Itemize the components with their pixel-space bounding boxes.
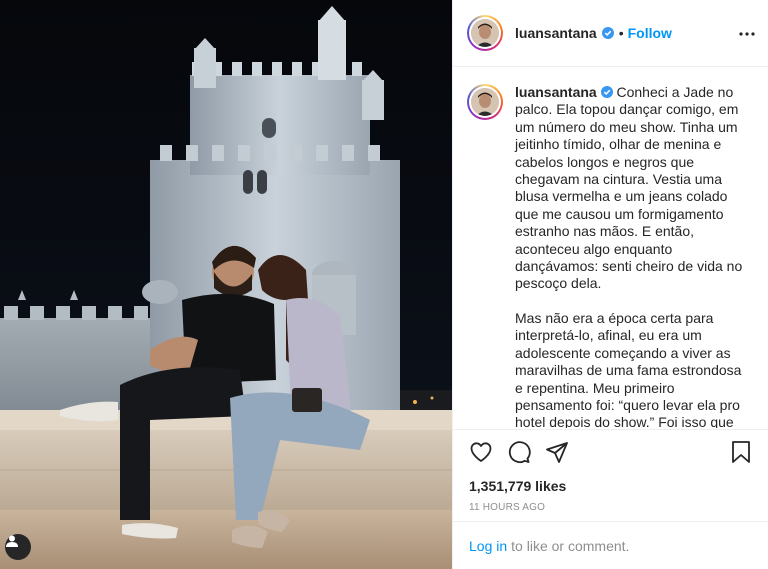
caption-text: luansantana Conheci a Jade no palco. Ela… bbox=[515, 84, 753, 428]
caption-username[interactable]: luansantana bbox=[515, 84, 597, 100]
heart-icon[interactable] bbox=[469, 440, 493, 464]
separator-dot: • bbox=[618, 25, 624, 41]
login-prompt: Log in to like or comment. bbox=[453, 521, 768, 569]
caption-paragraph-1: Conheci a Jade no palco. Ela topou dança… bbox=[515, 84, 743, 292]
bookmark-icon[interactable] bbox=[729, 440, 753, 464]
caption-area[interactable]: luansantana Conheci a Jade no palco. Ela… bbox=[453, 68, 768, 428]
post-actions: 1,351,779 likes 11 HOURS AGO bbox=[453, 429, 768, 521]
login-prompt-text: to like or comment. bbox=[511, 537, 630, 554]
follow-button[interactable]: Follow bbox=[628, 25, 672, 41]
share-icon[interactable] bbox=[545, 440, 569, 464]
user-tag-icon[interactable] bbox=[5, 534, 31, 560]
comment-icon[interactable] bbox=[507, 440, 531, 464]
post-timestamp[interactable]: 11 HOURS AGO bbox=[469, 502, 753, 513]
caption-paragraph-2: Mas não era a época certa para interpret… bbox=[515, 309, 742, 428]
photo-illustration bbox=[0, 0, 452, 569]
header-username[interactable]: luansantana bbox=[515, 25, 597, 41]
caption-avatar[interactable] bbox=[467, 84, 503, 120]
avatar[interactable] bbox=[467, 15, 503, 51]
verified-badge-icon bbox=[601, 27, 614, 39]
post-side-panel: luansantana • Follow luansantana Conheci… bbox=[452, 0, 768, 569]
login-link[interactable]: Log in bbox=[469, 538, 507, 554]
verified-badge-icon bbox=[600, 86, 613, 98]
post-header: luansantana • Follow bbox=[453, 0, 768, 67]
post-photo[interactable] bbox=[0, 0, 452, 569]
more-options-icon[interactable] bbox=[735, 22, 759, 46]
like-count[interactable]: 1,351,779 likes bbox=[469, 478, 753, 494]
